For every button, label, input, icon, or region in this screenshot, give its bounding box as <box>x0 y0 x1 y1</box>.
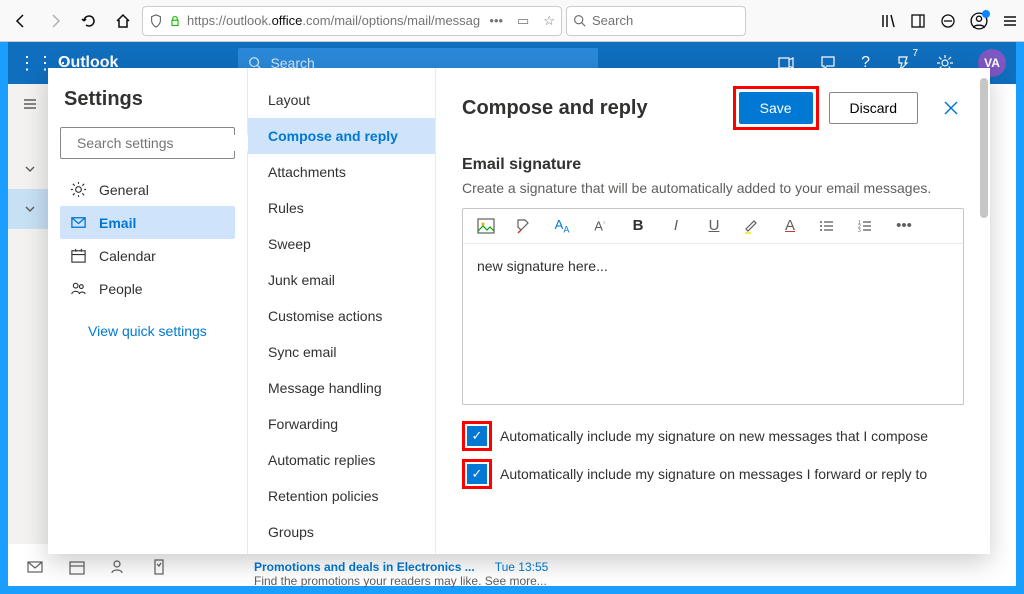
underline-button[interactable]: U <box>705 217 723 234</box>
checkbox-row-forward-reply: ✓ Automatically include my signature on … <box>462 459 964 489</box>
bullet-list-icon[interactable] <box>819 218 837 234</box>
settings-search[interactable] <box>60 127 235 159</box>
editor-toolbar: AA A◦ B I U A 123 ••• <box>463 209 963 244</box>
subnav-rules[interactable]: Rules <box>248 190 435 226</box>
category-general[interactable]: General <box>60 173 235 206</box>
checkbox-include-new[interactable]: ✓ <box>467 426 487 446</box>
settings-search-input[interactable] <box>77 135 258 151</box>
content-header: Compose and reply Save Discard <box>462 86 964 130</box>
section-title: Email signature <box>462 156 964 174</box>
menu-icon[interactable] <box>1002 13 1018 29</box>
mail-icon[interactable] <box>26 558 44 576</box>
mail-icon <box>70 214 87 231</box>
browser-search[interactable]: Search <box>566 6 746 36</box>
category-label: Email <box>99 215 136 231</box>
save-button[interactable]: Save <box>739 92 813 124</box>
format-painter-icon[interactable] <box>515 218 533 234</box>
subnav-retention-policies[interactable]: Retention policies <box>248 478 435 514</box>
lock-icon <box>169 15 181 27</box>
font-icon[interactable]: A◦ <box>591 218 609 233</box>
browser-toolbar: https://outlook.office.com/mail/options/… <box>0 0 1024 42</box>
subnav-compose-reply[interactable]: Compose and reply <box>248 118 435 154</box>
chevron-down-icon[interactable] <box>8 149 51 189</box>
settings-modal: Settings General Email Calendar People V… <box>48 68 990 554</box>
checkbox-include-reply[interactable]: ✓ <box>467 464 487 484</box>
font-size-icon[interactable]: AA <box>553 217 571 235</box>
profile-icon[interactable] <box>970 12 988 30</box>
todo-icon[interactable] <box>152 558 170 576</box>
signature-textarea[interactable]: new signature here... <box>463 244 963 404</box>
subnav-automatic-replies[interactable]: Automatic replies <box>248 442 435 478</box>
highlight-icon[interactable] <box>743 218 761 234</box>
signature-editor: AA A◦ B I U A 123 ••• new signature here… <box>462 208 964 405</box>
view-quick-settings-link[interactable]: View quick settings <box>60 323 235 339</box>
subnav-sync-email[interactable]: Sync email <box>248 334 435 370</box>
search-icon <box>573 14 586 27</box>
insert-image-icon[interactable] <box>477 218 495 234</box>
checkbox-highlight: ✓ <box>462 421 492 451</box>
checkbox-row-new-messages: ✓ Automatically include my signature on … <box>462 421 964 451</box>
settings-subnav: Layout Compose and reply Attachments Rul… <box>248 68 436 554</box>
settings-title: Settings <box>60 88 235 111</box>
section-description: Create a signature that will be automati… <box>462 180 964 196</box>
checkbox-highlight: ✓ <box>462 459 492 489</box>
back-button[interactable] <box>6 6 36 36</box>
sidebar-icon[interactable] <box>910 13 926 29</box>
close-button[interactable] <box>938 95 964 121</box>
scrollbar[interactable] <box>980 78 988 458</box>
subnav-attachments[interactable]: Attachments <box>248 154 435 190</box>
subnav-customise-actions[interactable]: Customise actions <box>248 298 435 334</box>
people-icon <box>70 280 87 297</box>
subnav-forwarding[interactable]: Forwarding <box>248 406 435 442</box>
people-icon[interactable] <box>110 558 128 576</box>
save-highlight: Save <box>733 86 819 130</box>
subnav-groups[interactable]: Groups <box>248 514 435 550</box>
home-button[interactable] <box>108 6 138 36</box>
category-people[interactable]: People <box>60 272 235 305</box>
bookmark-star-icon[interactable]: ☆ <box>543 13 555 29</box>
category-label: Calendar <box>99 248 156 264</box>
subnav-sweep[interactable]: Sweep <box>248 226 435 262</box>
search-placeholder: Search <box>592 13 633 28</box>
reload-button[interactable] <box>74 6 104 36</box>
svg-text:3: 3 <box>858 228 861 234</box>
library-icon[interactable] <box>880 13 896 29</box>
settings-content: Compose and reply Save Discard Email sig… <box>436 68 990 554</box>
sync-icon[interactable] <box>940 13 956 29</box>
calendar-icon <box>70 247 87 264</box>
page-title: Compose and reply <box>462 97 648 120</box>
gear-icon <box>70 181 87 198</box>
background-email-row: Promotions and deals in Electronics ...T… <box>254 560 548 588</box>
hamburger-icon[interactable] <box>8 84 51 124</box>
category-calendar[interactable]: Calendar <box>60 239 235 272</box>
calendar-icon[interactable] <box>68 558 86 576</box>
reader-icon[interactable]: ▭ <box>517 13 529 29</box>
forward-button[interactable] <box>40 6 70 36</box>
number-list-icon[interactable]: 123 <box>857 218 875 234</box>
address-bar[interactable]: https://outlook.office.com/mail/options/… <box>142 6 562 36</box>
url-text: https://outlook.office.com/mail/options/… <box>187 13 480 28</box>
subnav-message-handling[interactable]: Message handling <box>248 370 435 406</box>
settings-categories: Settings General Email Calendar People V… <box>48 68 248 554</box>
font-color-icon[interactable]: A <box>781 217 799 234</box>
subnav-junk-email[interactable]: Junk email <box>248 262 435 298</box>
checkbox-label: Automatically include my signature on ne… <box>500 428 928 444</box>
more-icon[interactable]: ••• <box>489 13 503 29</box>
bold-button[interactable]: B <box>629 217 647 234</box>
italic-button[interactable]: I <box>667 217 685 234</box>
shield-icon <box>149 14 163 28</box>
more-options-icon[interactable]: ••• <box>895 217 913 234</box>
subnav-layout[interactable]: Layout <box>248 82 435 118</box>
mail-folder-sidebar <box>8 84 52 544</box>
category-label: People <box>99 281 143 297</box>
category-label: General <box>99 182 149 198</box>
checkbox-label: Automatically include my signature on me… <box>500 466 927 482</box>
category-email[interactable]: Email <box>60 206 235 239</box>
chevron-down-icon[interactable] <box>8 189 51 229</box>
discard-button[interactable]: Discard <box>829 92 918 124</box>
